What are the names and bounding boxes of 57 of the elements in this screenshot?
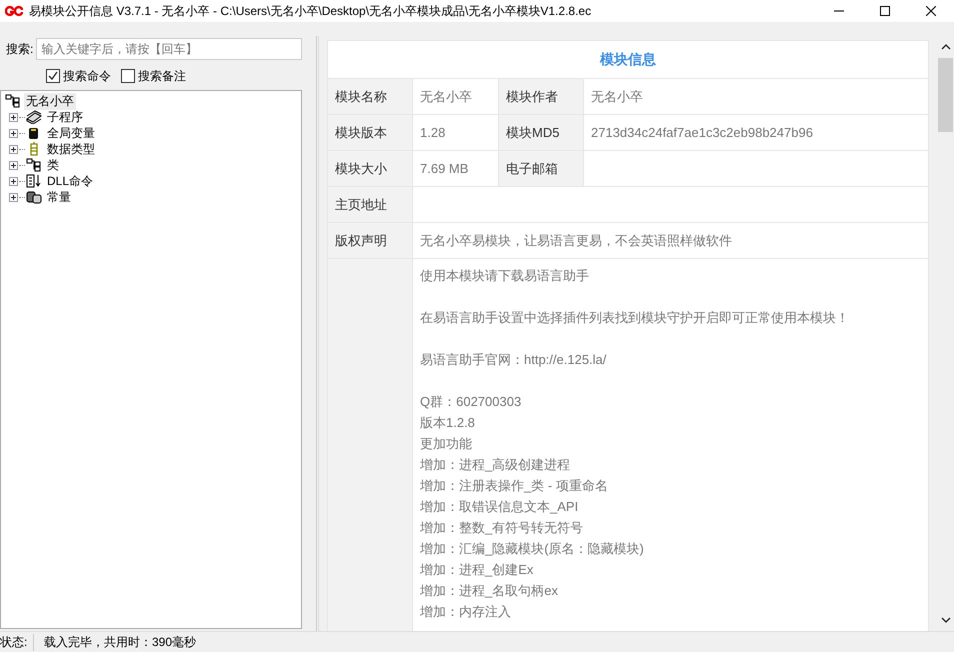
expand-icon[interactable] bbox=[9, 160, 18, 170]
tree-item[interactable]: 无名小卒 bbox=[24, 92, 76, 110]
expand-icon[interactable] bbox=[9, 144, 18, 154]
search-option-checkbox[interactable]: 搜索命令 bbox=[46, 68, 111, 84]
scrollbar-thumb[interactable] bbox=[938, 58, 953, 132]
tree-item[interactable]: 数据类型 bbox=[45, 140, 97, 158]
field-label: 模块作者 bbox=[498, 78, 584, 114]
field-label: 模块版本 bbox=[328, 114, 412, 150]
field-label: 模块大小 bbox=[328, 150, 412, 186]
tree-item[interactable]: 子程序 bbox=[45, 108, 85, 126]
expand-icon[interactable] bbox=[9, 176, 18, 186]
note-line: 增加：汇编_隐藏模块(原名：隐藏模块) bbox=[420, 540, 645, 558]
note-line: 增加：进程_名取句柄ex bbox=[420, 582, 559, 600]
expand-icon[interactable] bbox=[9, 192, 18, 202]
note-line: 增加：进程_创建Ex bbox=[420, 561, 534, 579]
field-value: 无名小卒 bbox=[584, 78, 928, 114]
document-arrow-icon bbox=[26, 174, 42, 188]
class-icon bbox=[26, 158, 42, 172]
tree-item[interactable]: 全局变量 bbox=[45, 124, 97, 142]
note-line: 增加：取错误信息文本_API bbox=[420, 498, 580, 516]
field-label: 模块名称 bbox=[328, 78, 412, 114]
tree-item[interactable]: 类 bbox=[45, 156, 61, 174]
field-label: 电子邮箱 bbox=[498, 150, 584, 186]
note-line: 使用本模块请下载易语言助手 bbox=[420, 267, 590, 285]
search-field[interactable]: 输入关键字后，请按【回车】 bbox=[36, 38, 302, 60]
status-label: 状态: bbox=[0, 634, 34, 650]
class-icon bbox=[5, 94, 21, 108]
search-option-checkbox[interactable]: 搜索备注 bbox=[121, 68, 186, 84]
field-value: 2713d34c24faf7ae1c3c2eb98b247b96 bbox=[584, 114, 928, 150]
close-icon bbox=[926, 6, 936, 16]
note-line: 易语言助手官网：http://e.125.la/ bbox=[420, 351, 608, 369]
note-line: 在易语言助手设置中选择插件列表找到模块守护开启即可正常使用本模块！ bbox=[420, 309, 850, 327]
field-label: 版权声明 bbox=[328, 222, 412, 258]
expand-icon[interactable] bbox=[9, 128, 18, 138]
scroll-down-icon[interactable] bbox=[940, 617, 950, 623]
note-line: Q群：602700303 bbox=[420, 393, 522, 411]
tree-item[interactable]: 常量 bbox=[45, 188, 73, 206]
status-text: 载入完毕，共用时：390毫秒 bbox=[43, 634, 196, 650]
note-line: 更加功能 bbox=[420, 435, 473, 453]
search-label: 搜索: bbox=[6, 40, 34, 58]
field-value: 无名小卒易模块，让易语言更易，不会英语照样做软件 bbox=[412, 222, 928, 258]
note-line: 增加：进程_高级创建进程 bbox=[420, 456, 572, 474]
cylinders-icon bbox=[26, 190, 42, 204]
stack-icon bbox=[26, 110, 42, 124]
window-title: 易模块公开信息 V3.7.1 - 无名小卒 - C:\Users\无名小卒\Desktop\无名小卒模块成品\无名小卒模块V1.2.8.ec bbox=[29, 2, 592, 20]
field-label: 主页地址 bbox=[328, 186, 412, 222]
tree-item[interactable]: DLL命令 bbox=[45, 172, 96, 190]
app-logo-icon bbox=[5, 5, 23, 17]
note-line: 增加：注册表操作_类 - 项重命名 bbox=[420, 477, 609, 495]
table-title: 模块信息 bbox=[328, 40, 928, 78]
expand-icon[interactable] bbox=[9, 112, 18, 122]
note-line: 版本1.2.8 bbox=[420, 414, 476, 432]
note-line: 增加：内存注入 bbox=[420, 603, 512, 621]
field-label: 模块MD5 bbox=[498, 114, 584, 150]
maximize-icon bbox=[880, 6, 890, 16]
note-line: 增加：整数_有符号转无符号 bbox=[420, 519, 584, 537]
scroll-up-icon[interactable] bbox=[940, 44, 950, 50]
